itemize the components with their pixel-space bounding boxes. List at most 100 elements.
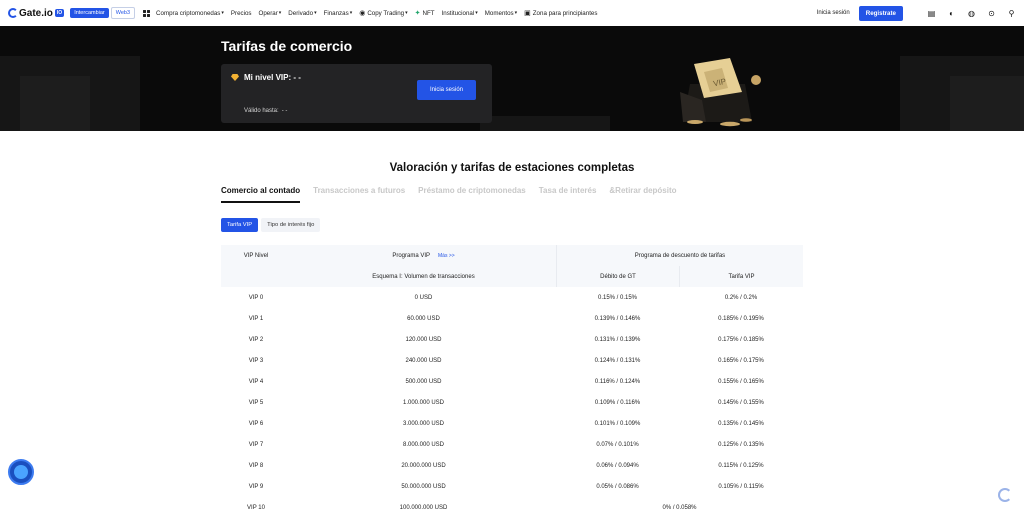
nav-item-buy-crypto[interactable]: Compra criptomonedas ▾: [156, 10, 224, 17]
valid-until-label: Válido hasta:: [244, 108, 279, 114]
assistant-icon[interactable]: [998, 488, 1012, 502]
nav-item-copy-trading[interactable]: ◉ Copy Trading ▾: [359, 9, 408, 18]
search-icon[interactable]: ⚲: [1007, 9, 1016, 18]
cell-vip-level: VIP 0: [248, 294, 264, 301]
cell-gt-fee: 0.116% / 0.124%: [594, 378, 641, 385]
cell-vip-level: VIP 7: [248, 441, 264, 448]
cell-volume: 3.000.000 USD: [402, 420, 445, 427]
nav-item-derivatives[interactable]: Derivado ▾: [288, 10, 316, 17]
caret-down-icon: ▾: [475, 10, 478, 16]
language-globe-icon[interactable]: ◍: [967, 9, 976, 18]
cell-vip-fee: 0.105% / 0.115%: [718, 483, 764, 490]
caret-down-icon: ▾: [278, 10, 282, 16]
cell-gt-fee: 0.124% / 0.131%: [594, 357, 641, 364]
diamond-icon: [231, 74, 239, 81]
subheader-vip-fee: Tarifa VIP: [679, 266, 803, 287]
table-row: VIP 8 20.000.000 USD 0.06% / 0.094% 0.115% …: [221, 455, 803, 476]
cell-vip-level: VIP 3: [248, 357, 264, 364]
nav-item-trade[interactable]: Operar ▾: [259, 10, 282, 17]
nav-item-beginners[interactable]: ▣ Zona para principiantes: [524, 9, 597, 18]
beginner-zone-icon: ▣: [524, 10, 531, 17]
tab-futures[interactable]: Transacciones a futuros: [313, 186, 405, 203]
cell-volume: 1.000.000 USD: [402, 399, 445, 406]
section-title: Valoración y tarifas de estaciones compl…: [389, 162, 635, 174]
nav-item-institutional[interactable]: Institucional ▾: [442, 10, 478, 17]
page-title: Tarifas de comercio: [221, 38, 353, 54]
caret-down-icon: ▾: [221, 10, 224, 16]
cell-vip-fee: 0.125% / 0.135%: [718, 441, 764, 448]
table-row: VIP 7 8.000.000 USD 0.07% / 0.101% 0.125% /…: [221, 434, 803, 455]
subtab-vip-fee[interactable]: Tarifa VIP: [221, 218, 259, 232]
logo[interactable]: Gate.io IO: [8, 8, 65, 19]
table-row: VIP 9 50.000.000 USD 0.05% / 0.086% 0.105% …: [221, 476, 803, 497]
cell-vip-fee: 0.175% / 0.185%: [718, 336, 764, 343]
nav-item-nft[interactable]: ✦ NFT: [414, 9, 435, 18]
table-row: VIP 10 100.000.000 USD 0% / 0.058%: [221, 497, 803, 518]
header-discount-program: Programa de descuento de tarifas: [556, 245, 803, 266]
cell-gt-fee: 0.101% / 0.109%: [594, 420, 641, 427]
table-row: VIP 5 1.000.000 USD 0.109% / 0.116% 0.145% …: [221, 392, 803, 413]
cell-vip-level: VIP 4: [248, 378, 264, 385]
download-icon[interactable]: ▤: [927, 9, 936, 18]
cell-vip-level: VIP 1: [248, 315, 264, 322]
table-row: VIP 1 60.000 USD 0.139% / 0.146% 0.185% / 0…: [221, 308, 803, 329]
fee-tabs: Comercio al contado Transacciones a futu…: [221, 186, 690, 203]
table-row: VIP 6 3.000.000 USD 0.101% / 0.109% 0.135% …: [221, 413, 803, 434]
nft-icon: ✦: [414, 10, 421, 17]
hero-decoration: [480, 116, 610, 131]
cell-gt-fee: 0.07% / 0.101%: [596, 441, 639, 448]
caret-down-icon: ▾: [349, 10, 353, 16]
header-vip-program: Programa VIP Más >>: [392, 252, 455, 259]
table-body: VIP 0 0 USD 0.15% / 0.15% 0.2% / 0.2% VIP 1 6…: [221, 287, 803, 518]
cell-merged-fee: 0% / 0.058%: [662, 504, 697, 511]
nav-item-moments[interactable]: Momentos ▾: [485, 10, 517, 17]
logo-badge: IO: [54, 9, 65, 17]
logo-icon: [8, 8, 18, 18]
exchange-pill[interactable]: Intercambiar: [70, 8, 109, 18]
theme-toggle-icon[interactable]: ◐: [947, 9, 956, 18]
nav-item-prices[interactable]: Precios: [231, 10, 252, 17]
cell-volume: 60.000 USD: [407, 315, 440, 322]
cell-vip-level: VIP 8: [248, 462, 264, 469]
cell-vip-fee: 0.145% / 0.155%: [718, 399, 764, 406]
copy-trading-icon: ◉: [359, 10, 366, 17]
nav-item-finance[interactable]: Finanzas ▾: [324, 10, 353, 17]
subheader-gt-debit: Débito de GT: [556, 266, 679, 287]
cell-gt-fee: 0.05% / 0.086%: [596, 483, 639, 490]
cell-vip-level: VIP 6: [248, 420, 264, 427]
caret-down-icon: ▾: [314, 10, 317, 16]
hero-banner: Tarifas de comercio Mi nivel VIP: - - In…: [0, 26, 1024, 131]
cell-vip-level: VIP 10: [247, 504, 265, 511]
cell-gt-fee: 0.109% / 0.116%: [594, 399, 641, 406]
hero-decoration: [950, 76, 1024, 131]
web3-pill[interactable]: Web3: [110, 7, 136, 19]
cell-volume: 500.000 USD: [405, 378, 442, 385]
tab-interest-rate[interactable]: Tasa de interés: [539, 186, 597, 203]
cell-gt-fee: 0.139% / 0.146%: [594, 315, 641, 322]
apps-grid-icon[interactable]: [143, 9, 151, 17]
floating-promo-widget[interactable]: [8, 459, 34, 485]
caret-down-icon: ▾: [405, 10, 408, 16]
tab-withdraw-deposit[interactable]: &Retirar depósito: [609, 186, 676, 203]
login-link[interactable]: Inicia sesión: [817, 10, 850, 16]
cell-volume: 100.000.000 USD: [399, 504, 448, 511]
cell-vip-fee: 0.135% / 0.145%: [718, 420, 764, 427]
cell-vip-fee: 0.185% / 0.195%: [718, 315, 764, 322]
table-row: VIP 2 120.000 USD 0.131% / 0.139% 0.175% / …: [221, 329, 803, 350]
cell-gt-fee: 0.15% / 0.15%: [597, 294, 638, 301]
vip-login-button[interactable]: Inicia sesión: [417, 80, 476, 100]
subheader-empty: [221, 266, 291, 287]
cell-gt-fee: 0.131% / 0.139%: [594, 336, 641, 343]
cell-vip-fee: 0.155% / 0.165%: [718, 378, 764, 385]
register-button[interactable]: Registrate: [858, 5, 903, 21]
table-row: VIP 0 0 USD 0.15% / 0.15% 0.2% / 0.2%: [221, 287, 803, 308]
cell-volume: 50.000.000 USD: [401, 483, 446, 490]
cell-vip-level: VIP 2: [248, 336, 264, 343]
vip-gift-box-illustration: VIP: [680, 58, 761, 127]
settings-icon[interactable]: ⊙: [987, 9, 996, 18]
tab-spot[interactable]: Comercio al contado: [221, 186, 301, 203]
tab-crypto-loan[interactable]: Préstamo de criptomonedas: [418, 186, 526, 203]
cell-vip-fee: 0.2% / 0.2%: [724, 294, 758, 301]
more-link[interactable]: Más >>: [438, 253, 455, 259]
subtab-fixed-interest[interactable]: Tipo de interés fijo: [261, 218, 321, 232]
